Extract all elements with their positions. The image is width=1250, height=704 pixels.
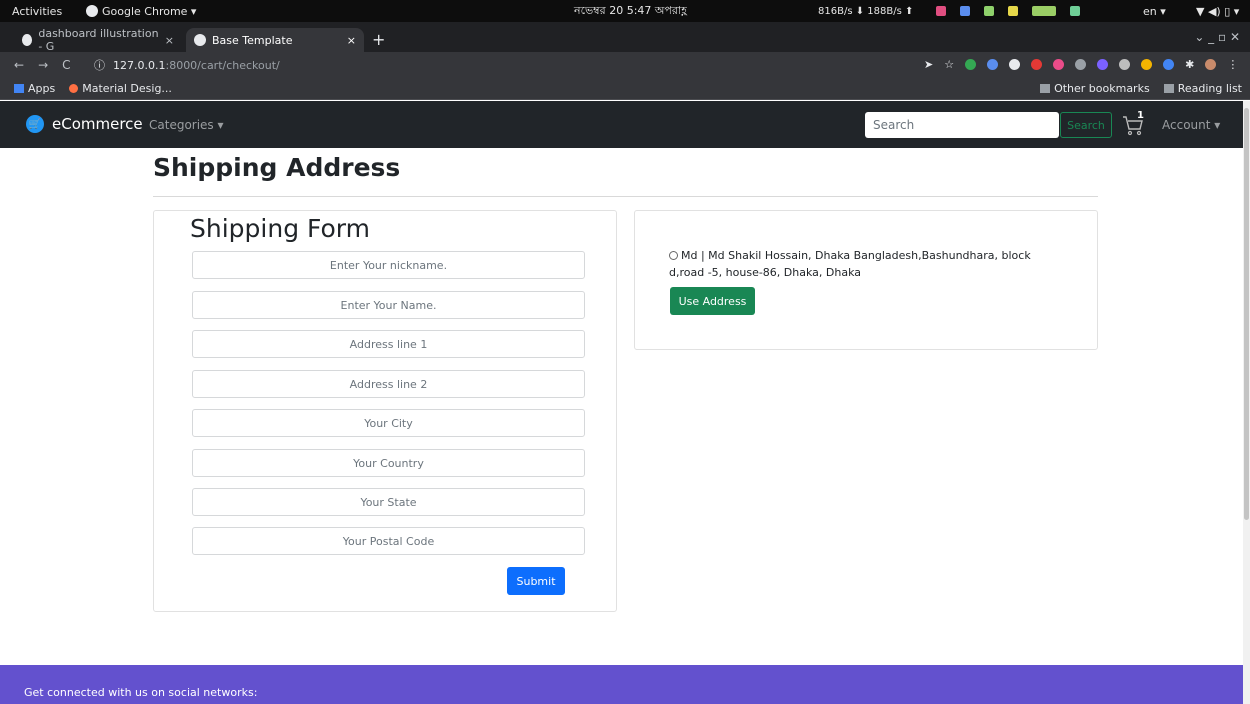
address-line-2-field[interactable]: [192, 370, 585, 398]
tray-app-icon[interactable]: [1008, 6, 1018, 16]
tray-app-icon[interactable]: [984, 6, 994, 16]
language-indicator[interactable]: en ▾: [1143, 5, 1166, 18]
bookmark-label: Material Desig...: [82, 82, 172, 95]
footer-social-text: Get connected with us on social networks…: [24, 686, 258, 699]
system-menu[interactable]: ▼ ◀) ▯ ▾: [1196, 5, 1239, 18]
scrollbar-thumb[interactable]: [1244, 108, 1249, 520]
nav-buttons: ← → C: [14, 58, 71, 72]
tray-app-icon[interactable]: [960, 6, 970, 16]
globe-favicon-icon: [194, 34, 206, 46]
site-navbar: 🛒 eCommerce Categories ▾ Search 1 Accoun…: [0, 101, 1250, 148]
app-menu[interactable]: Google Chrome ▾: [86, 5, 196, 18]
extension-icon[interactable]: [1031, 59, 1043, 70]
form-title: Shipping Form: [190, 214, 370, 243]
bookmark-label: Reading list: [1177, 82, 1242, 95]
tab-close-icon[interactable]: ×: [165, 34, 174, 47]
bookmark-apps[interactable]: Apps: [14, 82, 55, 95]
brand-link[interactable]: 🛒 eCommerce: [26, 115, 143, 133]
clock[interactable]: নভেম্বর 20 5:47 অপরাহ্ণ: [574, 2, 687, 21]
search-input[interactable]: [865, 112, 1059, 138]
extension-icon[interactable]: [1009, 59, 1021, 70]
nickname-field[interactable]: [192, 251, 585, 279]
reload-button[interactable]: C: [62, 58, 70, 72]
browser-tab-strip: dashboard illustration - G × Base Templa…: [0, 22, 1250, 53]
bookmark-label: Other bookmarks: [1054, 82, 1150, 95]
country-field[interactable]: [192, 449, 585, 477]
brand-name: eCommerce: [52, 115, 143, 133]
tab-base-template[interactable]: Base Template ×: [186, 28, 364, 52]
star-icon[interactable]: ☆: [944, 58, 954, 71]
bookmark-label: Apps: [28, 82, 56, 95]
profile-avatar[interactable]: [1205, 59, 1217, 70]
address-bar-row: ← → C ⓘ 127.0.0.1:8000/cart/checkout/ ➤ …: [0, 52, 1250, 78]
shipping-form-card: Shipping Form Submit: [153, 210, 617, 612]
system-monitor-icon[interactable]: [1032, 6, 1056, 16]
url-path: :8000/cart/checkout/: [165, 58, 280, 72]
os-top-bar: Activities Google Chrome ▾ নভেম্বর 20 5:…: [0, 0, 1250, 22]
extension-icon[interactable]: [1097, 59, 1109, 70]
page-title: Shipping Address: [153, 153, 401, 182]
extension-icon[interactable]: [1119, 59, 1131, 70]
info-icon[interactable]: ⓘ: [94, 57, 105, 73]
name-field[interactable]: [192, 291, 585, 319]
tab-dashboard-illustration[interactable]: dashboard illustration - G ×: [14, 27, 182, 53]
extension-icon[interactable]: [1163, 59, 1175, 70]
search-button[interactable]: Search: [1060, 112, 1112, 138]
account-dropdown[interactable]: Account ▾: [1162, 118, 1220, 132]
address-line-1-field[interactable]: [192, 330, 585, 358]
chrome-icon: [86, 5, 98, 17]
send-icon[interactable]: ➤: [924, 58, 933, 71]
url-host: 127.0.0.1: [113, 58, 166, 72]
window-controls[interactable]: ⌄ _ ▫ ✕: [1194, 30, 1240, 44]
folder-icon: [1040, 84, 1051, 93]
state-field[interactable]: [192, 488, 585, 516]
tray-app-icon[interactable]: [936, 6, 946, 16]
saved-address-option[interactable]: Md | Md Shakil Hossain, Dhaka Bangladesh…: [669, 247, 1069, 281]
activities-button[interactable]: Activities: [12, 5, 62, 18]
cart-link[interactable]: 1: [1121, 110, 1151, 137]
extension-icons: ➤ ☆ ✱ ⋮: [924, 58, 1238, 71]
new-tab-button[interactable]: +: [372, 30, 385, 49]
bookmark-other[interactable]: Other bookmarks: [1040, 82, 1150, 95]
saved-address-card: Md | Md Shakil Hossain, Dhaka Bangladesh…: [634, 210, 1098, 350]
net-speed-indicator: 816B/s ⬇ 188B/s ⬆: [818, 5, 914, 17]
cart-count-badge: 1: [1137, 110, 1144, 121]
back-button[interactable]: ←: [14, 58, 24, 72]
extension-icon[interactable]: [1075, 59, 1087, 70]
more-menu-icon[interactable]: ⋮: [1227, 58, 1238, 71]
tray-app-icon[interactable]: [1070, 6, 1080, 16]
extension-icon[interactable]: [1141, 59, 1153, 70]
saved-address-text: Md | Md Shakil Hossain, Dhaka Bangladesh…: [669, 249, 1031, 279]
apps-grid-icon: [14, 84, 24, 93]
extension-icon[interactable]: [987, 59, 999, 70]
tray-icons: [936, 6, 1080, 16]
tab-close-icon[interactable]: ×: [347, 34, 356, 47]
tab-title: dashboard illustration - G: [38, 27, 159, 53]
extensions-puzzle-icon[interactable]: ✱: [1185, 58, 1194, 71]
extension-icon[interactable]: [965, 59, 977, 70]
reading-list-icon: [1163, 84, 1174, 93]
tab-title: Base Template: [212, 33, 293, 47]
bookmark-material-design[interactable]: Material Desig...: [69, 82, 172, 95]
address-radio[interactable]: [669, 251, 678, 260]
city-field[interactable]: [192, 409, 585, 437]
title-divider: [153, 196, 1098, 197]
categories-dropdown[interactable]: Categories ▾: [149, 118, 224, 132]
cart-logo-icon: 🛒: [26, 115, 44, 133]
url-field[interactable]: ⓘ 127.0.0.1:8000/cart/checkout/: [84, 55, 904, 75]
material-icon: [69, 84, 79, 93]
google-favicon-icon: [22, 34, 33, 46]
submit-button[interactable]: Submit: [507, 567, 565, 595]
use-address-button[interactable]: Use Address: [670, 287, 755, 315]
site-footer: Get connected with us on social networks…: [0, 665, 1250, 704]
bookmarks-bar: Apps Material Desig... Other bookmarks R…: [0, 78, 1250, 100]
forward-button[interactable]: →: [38, 58, 48, 72]
extension-icon[interactable]: [1053, 59, 1065, 70]
postal-code-field[interactable]: [192, 527, 585, 555]
app-menu-label: Google Chrome ▾: [102, 4, 197, 18]
bookmark-reading-list[interactable]: Reading list: [1163, 82, 1242, 95]
